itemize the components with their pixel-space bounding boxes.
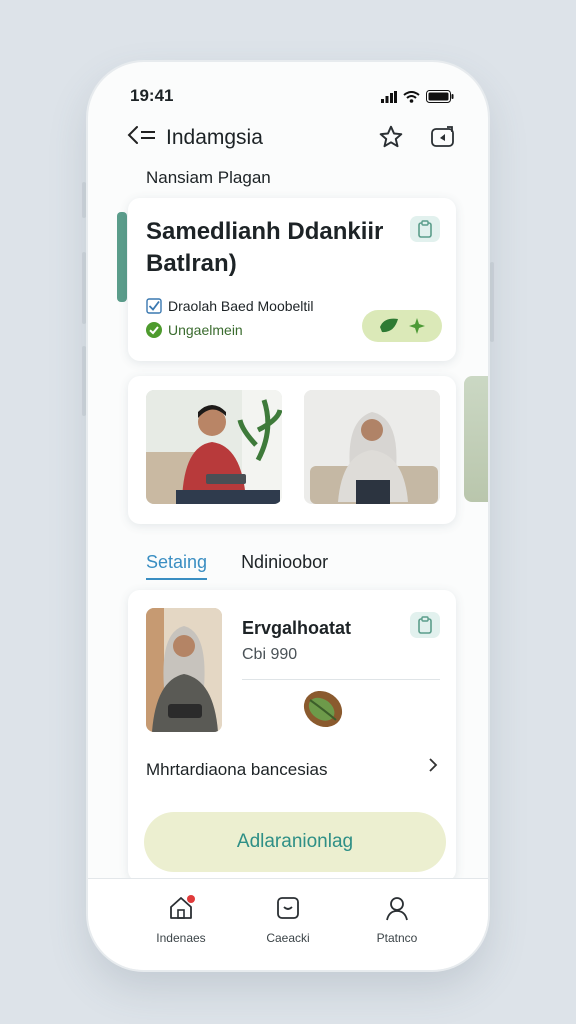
profile-code: Cbi 990 xyxy=(242,646,298,663)
status-bar: 19:41 xyxy=(88,84,488,108)
tabbar-item-profile[interactable]: Ptatnco xyxy=(352,893,442,945)
back-arrow-icon[interactable] xyxy=(126,122,158,153)
signal-icon xyxy=(381,90,397,103)
checkbox-icon xyxy=(146,298,162,314)
sparkle-icon xyxy=(409,318,425,334)
battery-icon xyxy=(426,90,454,103)
status-time: 19:41 xyxy=(130,86,174,105)
chat-icon xyxy=(277,897,299,919)
wifi-icon xyxy=(403,90,420,103)
photo-peek-next[interactable] xyxy=(464,376,488,502)
page-title: Indamgsia xyxy=(166,126,263,149)
phone-side-button xyxy=(490,262,494,342)
clipboard-icon[interactable] xyxy=(410,216,440,242)
status-icons xyxy=(381,90,454,103)
info-line: Draolah Baed Moobeltil xyxy=(146,298,314,314)
profile-icon xyxy=(386,897,408,921)
card-headline: Samedlianh Ddankiir Batlran) xyxy=(146,218,384,277)
status-line: Ungaelmein xyxy=(146,322,243,338)
accent-bar xyxy=(117,212,127,302)
info-line-text: Draolah Baed Moobeltil xyxy=(168,298,314,314)
photo-man-with-tablet[interactable] xyxy=(146,390,282,504)
photo-woman-in-hijab[interactable] xyxy=(304,390,440,504)
leaf-icon xyxy=(380,318,398,333)
tabbar-label: Ptatnco xyxy=(376,931,418,945)
phone-side-button xyxy=(82,346,86,416)
action-pill[interactable] xyxy=(362,310,442,342)
nav-bar: Indamgsia xyxy=(88,120,488,156)
star-icon[interactable] xyxy=(378,124,404,155)
share-icon[interactable] xyxy=(430,124,456,155)
phone-side-button xyxy=(82,182,86,218)
detail-row-label[interactable]: Mhrtardiaona bancesias xyxy=(146,760,327,780)
bottom-tab-bar: Indenaes Caeacki Ptatnco xyxy=(88,878,488,970)
tabbar-item-chat[interactable]: Caeacki xyxy=(243,893,333,945)
highlight-card[interactable]: Samedlianh Ddankiir Batlran) Draolah Bae… xyxy=(128,198,456,361)
phone-screen: 19:41 Indamgsia Nansiam Plagan Samedlian… xyxy=(88,62,488,970)
phone-side-button xyxy=(82,252,86,324)
check-circle-icon xyxy=(146,322,162,338)
segment-tabs: Setaing Ndinioobor xyxy=(146,552,328,580)
tab-setaing[interactable]: Setaing xyxy=(146,552,208,580)
clipboard-icon[interactable] xyxy=(410,612,440,638)
home-icon xyxy=(170,895,195,919)
tabbar-label: Indenaes xyxy=(156,931,206,945)
section-title: Nansiam Plagan xyxy=(146,168,271,187)
photo-carousel[interactable] xyxy=(128,376,456,524)
profile-photo xyxy=(146,608,222,732)
coffee-bean-icon xyxy=(300,686,346,737)
profile-name: Ervgalhoatat xyxy=(242,618,352,638)
tab-ndinioobor[interactable]: Ndinioobor xyxy=(241,552,328,580)
tabbar-label: Caeacki xyxy=(266,931,310,945)
divider xyxy=(242,679,440,680)
chevron-right-icon[interactable] xyxy=(426,756,440,779)
status-line-text: Ungaelmein xyxy=(168,322,243,338)
primary-action-button[interactable]: Adlaranionlag xyxy=(144,812,446,872)
tabbar-item-home[interactable]: Indenaes xyxy=(136,893,226,945)
